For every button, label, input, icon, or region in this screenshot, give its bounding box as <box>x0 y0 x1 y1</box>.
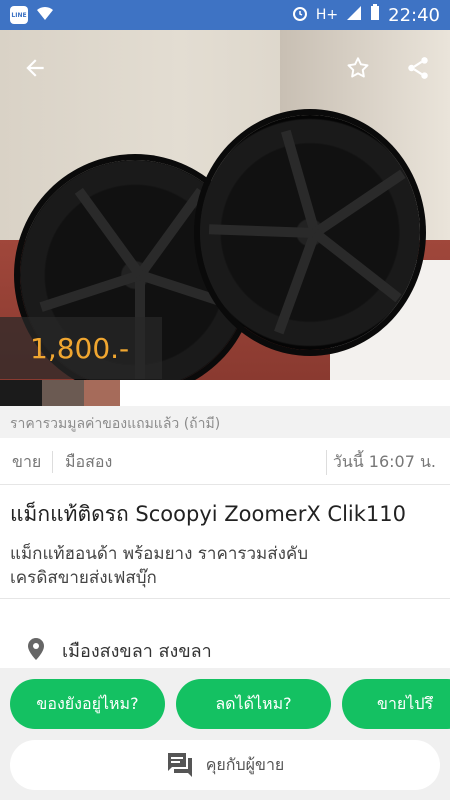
chat-with-seller-button[interactable]: คุยกับผู้ขาย <box>10 740 440 790</box>
share-icon <box>408 57 428 79</box>
posted-time: วันนี้ 16:07 น. <box>325 449 450 475</box>
divider <box>0 484 450 485</box>
line-app-icon: LINE <box>10 6 28 24</box>
status-right: H+ 22:40 <box>292 4 440 26</box>
chat-bubble-icon <box>167 753 192 777</box>
network-type: H+ <box>315 7 339 23</box>
chip-label: ลดได้ไหม? <box>215 693 292 713</box>
back-button[interactable] <box>15 48 55 88</box>
location-pin-icon <box>28 638 44 660</box>
price: 1,800.- <box>30 331 130 365</box>
chat-label: คุยกับผู้ขาย <box>205 754 285 774</box>
listing-description: แม็กแท้ฮอนด้า พร้อมยาง ราคารวมส่งคับ เคร… <box>10 544 309 588</box>
battery-icon <box>370 4 380 26</box>
alarm-icon <box>292 5 308 26</box>
signal-icon <box>346 5 362 26</box>
chip-label: ของยังอยู่ไหม? <box>36 693 139 713</box>
star-outline-icon <box>347 57 369 78</box>
photo-thumbnail[interactable] <box>0 380 120 406</box>
listing-type: ขาย <box>12 451 42 471</box>
wheel-image-back <box>200 115 420 350</box>
status-left: LINE <box>10 5 54 26</box>
chip-label: ขายไปรึ <box>377 693 434 713</box>
location-text: เมืองสงขลา สงขลา <box>62 641 212 662</box>
price-badge: 1,800.- <box>0 317 162 379</box>
listing-title: แม็กแท้ติดรถ Scoopyi ZoomerX Clik110 <box>10 502 406 526</box>
listing-meta: ขาย มือสอง วันนี้ 16:07 น. <box>0 446 450 478</box>
thumbnail-strip <box>0 380 450 406</box>
price-note: ราคารวมมูลค่าของแถมแล้ว (ถ้ามี) <box>0 406 450 438</box>
favorite-button[interactable] <box>338 48 378 88</box>
wifi-icon <box>36 5 54 26</box>
bottom-action-panel: ของยังอยู่ไหม? ลดได้ไหม? ขายไปรึ คุยกับผ… <box>0 668 450 800</box>
quick-reply-still-available[interactable]: ของยังอยู่ไหม? <box>10 679 165 729</box>
status-bar: LINE H+ 22:40 <box>0 0 450 30</box>
quick-reply-sold[interactable]: ขายไปรึ <box>342 679 450 729</box>
divider <box>0 598 450 599</box>
arrow-left-icon <box>26 59 44 77</box>
status-time: 22:40 <box>388 4 440 26</box>
quick-reply-discount[interactable]: ลดได้ไหม? <box>176 679 331 729</box>
listing-condition: มือสอง <box>65 451 113 471</box>
share-button[interactable] <box>398 48 438 88</box>
